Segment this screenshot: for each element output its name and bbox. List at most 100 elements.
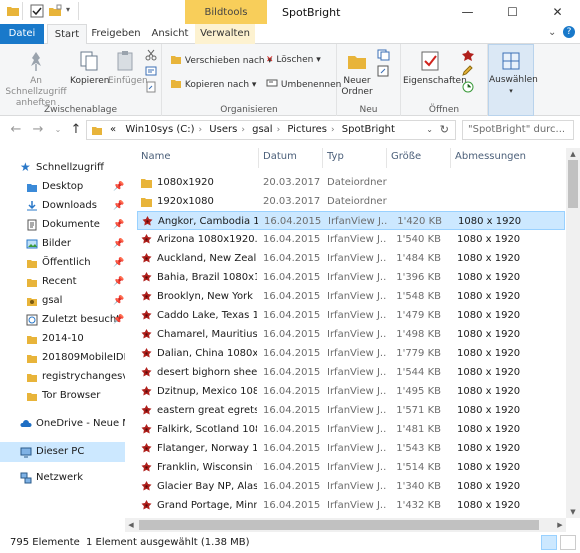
delete-button[interactable]: ✕ Löschen ▾ xyxy=(266,53,321,67)
nav-item-201809mobileidfra[interactable]: 201809MobileIDFra xyxy=(0,348,125,368)
pin-icon[interactable]: 📌 xyxy=(113,310,124,330)
customize-quick-access-chevron-icon[interactable]: ▾ xyxy=(66,5,70,14)
pin-icon[interactable]: 📌 xyxy=(113,253,124,273)
column-header-type[interactable]: Typ xyxy=(323,148,387,168)
pin-icon[interactable]: 📌 xyxy=(113,291,124,311)
breadcrumb-gsal[interactable]: gsal xyxy=(249,121,275,139)
breadcrumb-drive[interactable]: Win10sys (C:) xyxy=(122,121,197,139)
nav-item-oeffentlich[interactable]: Öffentlich 📌 xyxy=(0,253,125,273)
details-view-icon[interactable] xyxy=(541,535,557,550)
copy-to-button[interactable]: Kopieren nach ▾ xyxy=(170,77,256,91)
pin-icon[interactable]: 📌 xyxy=(113,272,124,292)
nav-item-recent[interactable]: Recent 📌 xyxy=(0,272,125,292)
breadcrumb-spotbright[interactable]: SpotBright xyxy=(339,121,398,139)
nav-item-registrychangesview[interactable]: registrychangesview xyxy=(0,367,125,387)
copy-button[interactable]: Kopieren xyxy=(70,50,109,87)
new-item-icon[interactable] xyxy=(377,49,391,61)
refresh-icon[interactable]: ↻ xyxy=(440,121,449,139)
file-row[interactable]: Caddo Lake, Texas 1... 16.04.2015 ... Irfa… xyxy=(137,306,565,325)
properties-check-icon[interactable] xyxy=(30,4,44,18)
file-row[interactable]: Flatanger, Norway 1... 16.04.2015 ... Irfa… xyxy=(137,439,565,458)
move-to-button[interactable]: Verschieben nach ▾ xyxy=(170,53,272,67)
horizontal-scrollbar[interactable]: ◀ ▶ xyxy=(125,518,566,532)
breadcrumb-overflow[interactable]: « xyxy=(107,121,119,139)
file-row[interactable]: Grand Portage, Minn... 16.04.2015 ... Irfa… xyxy=(137,496,565,515)
file-row[interactable]: Arizona 1080x1920.j 16.04.2015 ... IrfanVi… xyxy=(137,230,565,249)
copy-path-icon[interactable] xyxy=(145,65,157,77)
paste-button[interactable]: Einfügen xyxy=(108,50,148,87)
breadcrumb-separator-icon[interactable]: › xyxy=(330,121,336,139)
file-row[interactable]: Falkirk, Scotland 108... 16.04.2015 ... Ir… xyxy=(137,420,565,439)
pin-quick-access-button[interactable]: An Schnellzugriff anheften xyxy=(4,50,68,109)
pin-icon[interactable]: 📌 xyxy=(113,215,124,235)
history-icon[interactable] xyxy=(461,81,475,93)
horizontal-scrollbar-thumb[interactable] xyxy=(139,520,539,530)
column-header-name[interactable]: Name xyxy=(137,148,259,168)
pin-icon[interactable]: 📌 xyxy=(113,196,124,216)
breadcrumb-separator-icon[interactable]: › xyxy=(240,121,246,139)
nav-item-schnellzugriff[interactable]: ★ Schnellzugriff xyxy=(0,158,125,178)
nav-item-desktop[interactable]: Desktop 📌 xyxy=(0,177,125,197)
irfanview-open-icon[interactable] xyxy=(461,49,475,61)
breadcrumb-users[interactable]: Users xyxy=(206,121,240,139)
scroll-right-arrow-icon[interactable]: ▶ xyxy=(554,518,566,532)
tab-start[interactable]: Start xyxy=(47,24,87,45)
properties-button[interactable]: Eigenschaften xyxy=(403,50,467,87)
expand-ribbon-chevron-icon[interactable]: ⌄ xyxy=(548,27,556,38)
rename-button[interactable]: Umbenennen xyxy=(266,77,341,91)
tab-verwalten[interactable]: Verwalten xyxy=(195,24,255,44)
search-input[interactable]: "SpotBright" durc... xyxy=(462,120,574,140)
column-header-size[interactable]: Größe xyxy=(387,148,451,168)
minimize-button[interactable]: — xyxy=(445,0,490,24)
file-row[interactable]: Glacier Bay NP, Alas... 16.04.2015 ... Irf… xyxy=(137,477,565,496)
tab-datei[interactable]: Datei xyxy=(0,24,44,44)
address-bar[interactable]: « Win10sys (C:) › Users › gsal › Pictures › … xyxy=(86,120,456,140)
up-arrow-icon[interactable]: ↑ xyxy=(68,122,84,138)
large-icons-view-icon[interactable] xyxy=(560,535,576,550)
select-button[interactable]: Auswählen ▾ xyxy=(489,51,538,97)
nav-item-gsal[interactable]: gsal 📌 xyxy=(0,291,125,311)
folder-row[interactable]: 1920x1080 20.03.2017 ... Dateiordner xyxy=(137,192,565,211)
scroll-left-arrow-icon[interactable]: ◀ xyxy=(125,518,137,532)
nav-item-downloads[interactable]: Downloads 📌 xyxy=(0,196,125,216)
paste-shortcut-icon[interactable] xyxy=(145,81,157,93)
nav-item-tor-browser[interactable]: Tor Browser xyxy=(0,386,125,406)
nav-item-onedrive[interactable]: OneDrive - Neue Me xyxy=(0,414,125,434)
address-history-chevron-icon[interactable]: ⌄ xyxy=(426,121,433,139)
column-header-date[interactable]: Datum xyxy=(259,148,323,168)
pin-icon[interactable]: 📌 xyxy=(113,234,124,254)
nav-item-2014-10[interactable]: 2014-10 xyxy=(0,329,125,349)
file-row[interactable]: Auckland, New Zeal... 16.04.2015 ... Irfan… xyxy=(137,249,565,268)
easy-access-icon[interactable] xyxy=(377,65,391,77)
pin-icon[interactable]: 📌 xyxy=(113,177,124,197)
tab-ansicht[interactable]: Ansicht xyxy=(146,24,194,44)
scroll-up-arrow-icon[interactable]: ▲ xyxy=(566,148,580,160)
file-row[interactable]: Bahia, Brazil 1080x1... 16.04.2015 ... Irf… xyxy=(137,268,565,287)
forward-arrow-icon[interactable]: → xyxy=(30,122,46,138)
breadcrumb-separator-icon[interactable]: › xyxy=(276,121,282,139)
new-folder-button[interactable]: Neuer Ordner xyxy=(340,50,374,98)
file-row[interactable]: Dalian, China 1080x... 16.04.2015 ... Irfa… xyxy=(137,344,565,363)
tab-freigeben[interactable]: Freigeben xyxy=(90,24,142,44)
select-group[interactable]: Auswählen ▾ xyxy=(488,44,538,116)
file-row[interactable]: Chamarel, Mauritius ... 16.04.2015 ... Irf… xyxy=(137,325,565,344)
breadcrumb-pictures[interactable]: Pictures xyxy=(284,121,330,139)
edit-icon[interactable] xyxy=(461,65,475,77)
vertical-scrollbar-thumb[interactable] xyxy=(568,160,578,208)
file-row[interactable]: Dzitnup, Mexico 108... 16.04.2015 ... Irfa… xyxy=(137,382,565,401)
file-row[interactable]: Brooklyn, New York ... 16.04.2015 ... Irfa… xyxy=(137,287,565,306)
file-row[interactable]: Angkor, Cambodia 1... 16.04.2015 ... Irfan… xyxy=(137,211,565,230)
nav-item-dokumente[interactable]: Dokumente 📌 xyxy=(0,215,125,235)
nav-item-bilder[interactable]: Bilder 📌 xyxy=(0,234,125,254)
vertical-scrollbar[interactable]: ▲ ▼ xyxy=(566,148,580,518)
maximize-button[interactable]: ☐ xyxy=(490,0,535,24)
recent-locations-chevron-icon[interactable]: ⌄ xyxy=(50,122,66,138)
nav-item-zuletzt-besucht[interactable]: Zuletzt besucht 📌 xyxy=(0,310,125,330)
cut-icon[interactable] xyxy=(145,49,157,61)
folder-row[interactable]: 1080x1920 20.03.2017 ... Dateiordner xyxy=(137,173,565,192)
nav-item-netzwerk[interactable]: Netzwerk xyxy=(0,468,125,488)
scroll-down-arrow-icon[interactable]: ▼ xyxy=(566,506,580,518)
help-icon[interactable]: ? xyxy=(563,26,575,38)
file-row[interactable]: desert bighorn shee... 16.04.2015 ... Irfa… xyxy=(137,363,565,382)
column-header-dimensions[interactable]: Abmessungen xyxy=(451,148,531,168)
